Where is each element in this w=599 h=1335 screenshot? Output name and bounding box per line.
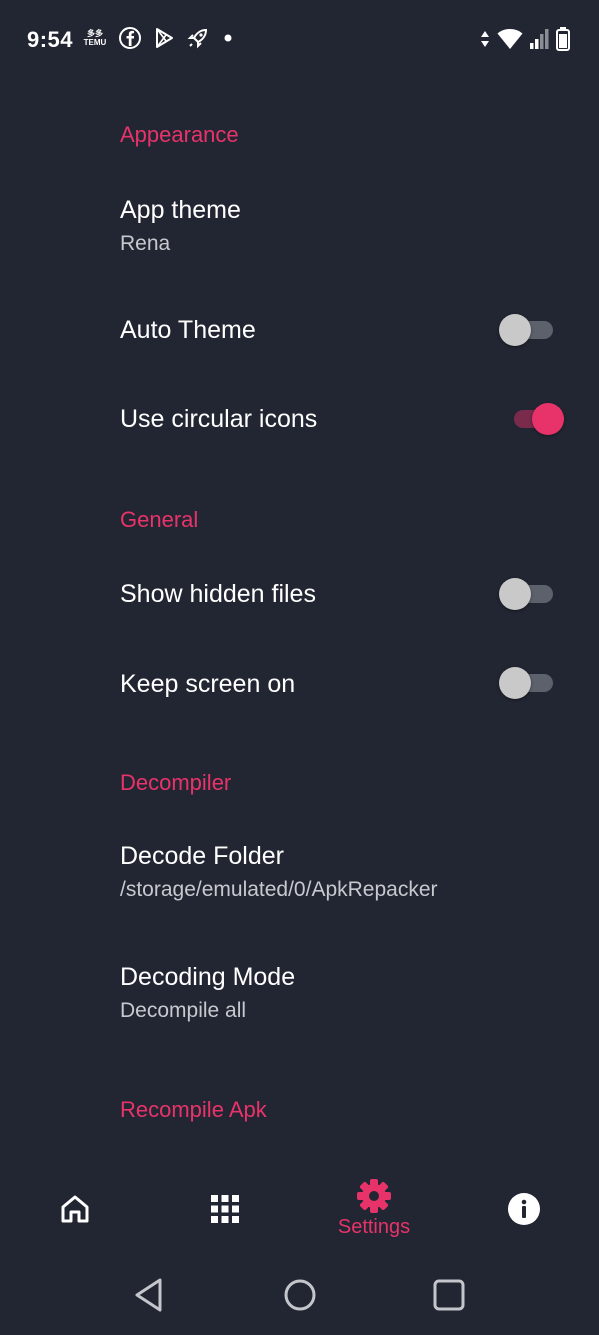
pref-title: App theme (120, 196, 241, 224)
dot-icon (224, 34, 232, 42)
apps-grid-icon (211, 1195, 239, 1223)
nav-settings[interactable]: Settings (299, 1160, 449, 1260)
facebook-icon (119, 27, 141, 49)
data-arrows-icon (481, 31, 489, 47)
pref-app-theme[interactable]: App theme Rena (0, 180, 599, 275)
switch-thumb (532, 403, 564, 435)
keep-screen-on-switch[interactable] (499, 665, 555, 701)
pref-title: Show hidden files (120, 580, 316, 608)
home-icon (61, 1195, 89, 1223)
temu-icon: 多多 TEMU (83, 29, 107, 47)
rocket-icon (187, 28, 208, 49)
switch-thumb (499, 314, 531, 346)
recents-icon[interactable] (432, 1278, 466, 1312)
section-header-recompile: Recompile Apk (120, 1097, 267, 1122)
pref-summary: /storage/emulated/0/ApkRepacker (120, 878, 438, 901)
wifi-icon (497, 29, 523, 49)
signal-icon (530, 29, 549, 49)
home-circle-icon[interactable] (283, 1278, 317, 1312)
section-header-decompiler: Decompiler (120, 770, 232, 795)
pref-title: Decode Folder (120, 842, 284, 870)
system-status-icons (479, 26, 571, 52)
notification-icons: 多多 TEMU (82, 26, 236, 50)
pref-title: Auto Theme (120, 316, 256, 344)
pref-title: Use circular icons (120, 405, 318, 433)
status-bar: 9:54 多多 TEMU (0, 0, 599, 80)
nav-apps[interactable] (150, 1160, 300, 1260)
nav-home[interactable] (0, 1160, 150, 1260)
back-icon[interactable] (132, 1277, 166, 1313)
nav-label-settings: Settings (337, 1216, 411, 1238)
section-header-general: General (120, 507, 199, 532)
circular-icons-switch[interactable] (504, 401, 564, 437)
section-header-appearance: Appearance (120, 122, 239, 147)
pref-auto-theme[interactable]: Auto Theme (0, 295, 599, 365)
auto-theme-switch[interactable] (499, 312, 555, 348)
pref-decoding-mode[interactable]: Decoding Mode Decompile all (0, 946, 599, 1041)
pref-title: Keep screen on (120, 670, 296, 698)
pref-keep-screen-on[interactable]: Keep screen on (0, 650, 599, 720)
info-icon (508, 1193, 540, 1225)
switch-thumb (499, 578, 531, 610)
play-store-icon (156, 28, 173, 48)
pref-circular-icons[interactable]: Use circular icons (0, 385, 599, 455)
battery-icon (556, 27, 570, 51)
pref-show-hidden-files[interactable]: Show hidden files (0, 560, 599, 630)
gear-icon (357, 1179, 391, 1213)
bottom-navigation: Settings (0, 1160, 599, 1260)
pref-title: Decoding Mode (120, 963, 296, 991)
pref-summary: Rena (120, 232, 171, 255)
system-navigation (0, 1260, 599, 1335)
nav-info[interactable] (449, 1160, 599, 1260)
pref-summary: Decompile all (120, 999, 247, 1022)
show-hidden-files-switch[interactable] (499, 576, 555, 612)
switch-thumb (499, 667, 531, 699)
status-time: 9:54 (27, 27, 74, 52)
pref-decode-folder[interactable]: Decode Folder /storage/emulated/0/ApkRep… (0, 825, 599, 920)
